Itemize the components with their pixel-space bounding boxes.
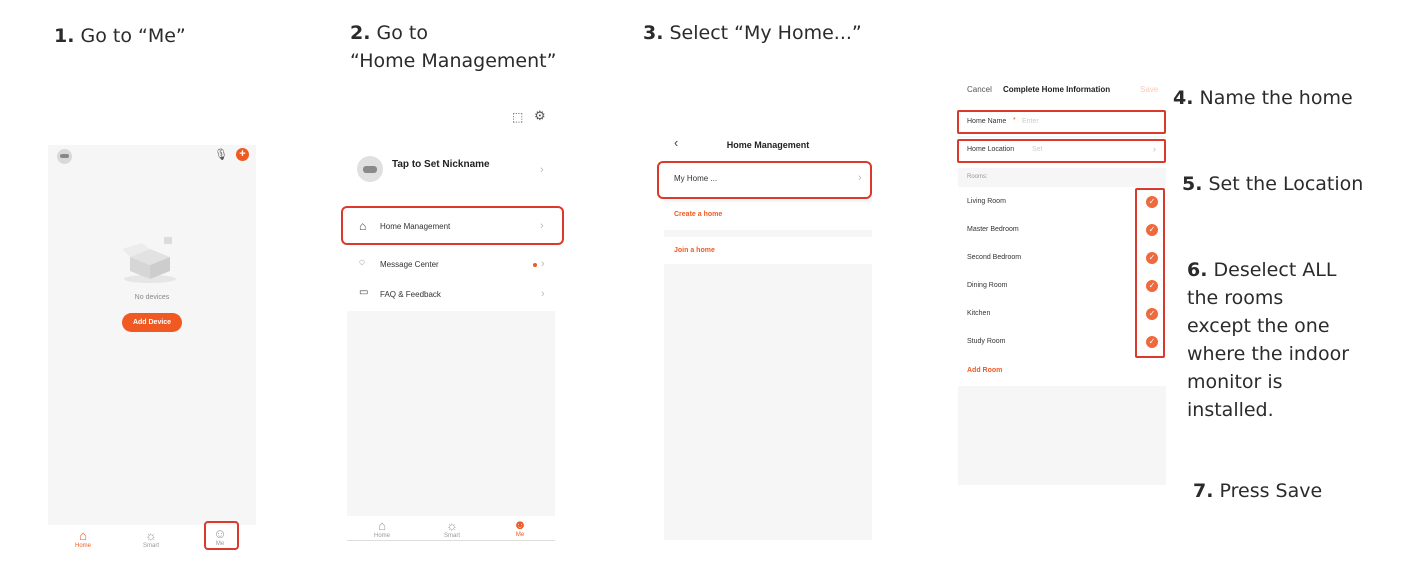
chevron-right-icon: › — [540, 164, 544, 176]
avatar[interactable] — [57, 149, 72, 164]
book-icon: ▭ — [359, 287, 369, 298]
no-devices-text: No devices — [134, 294, 170, 301]
menu-item-message-center[interactable]: ◌ Message Center › — [347, 255, 555, 277]
cancel-button[interactable]: Cancel — [967, 85, 992, 94]
join-home-link[interactable]: Join a home — [674, 247, 715, 254]
settings-icon[interactable]: ⚙ — [534, 108, 546, 124]
tab-smart[interactable]: ☼ Smart — [437, 518, 467, 539]
home-icon: ⌂ — [378, 518, 386, 533]
chevron-right-icon: › — [541, 258, 545, 270]
add-device-button[interactable]: Add Device — [122, 313, 182, 332]
scan-icon[interactable]: ⬚ — [512, 110, 523, 124]
empty-box-icon — [120, 235, 180, 285]
add-icon[interactable]: + — [236, 148, 249, 161]
highlight-rooms-checkboxes — [1135, 188, 1165, 358]
highlight-me-tab — [204, 521, 239, 550]
avatar[interactable] — [357, 156, 383, 182]
step-6-label: 6. Deselect ALL the rooms except the one… — [1187, 259, 1350, 421]
home-icon: ⌂ — [79, 528, 87, 543]
save-button[interactable]: Save — [1140, 85, 1158, 94]
highlight-home-location — [957, 139, 1166, 163]
step-2-label: 2. Go to “Home Management” — [350, 22, 557, 72]
unread-dot — [533, 263, 537, 267]
step-5-label: 5. Set the Location — [1182, 173, 1364, 195]
create-home-link[interactable]: Create a home — [674, 211, 722, 218]
tab-home[interactable]: ⌂ Home — [68, 528, 98, 549]
menu-item-faq[interactable]: ▭ FAQ & Feedback › — [347, 285, 555, 307]
step-1-label: 1. Go to “Me” — [54, 25, 186, 47]
sun-icon: ☼ — [446, 518, 458, 533]
screen-me-header: ⬚ ⚙ Tap to Set Nickname › — [347, 100, 555, 205]
message-icon: ◌ — [359, 257, 365, 268]
screen-home: 🎙 + No devices Add Device ⌂ Home ☼ Smart… — [48, 145, 256, 550]
tab-home[interactable]: ⌂ Home — [367, 518, 397, 539]
tab-bar: ⌂ Home ☼ Smart ☻ Me — [347, 516, 555, 541]
step-4-label: 4. Name the home — [1173, 87, 1353, 109]
nickname-text[interactable]: Tap to Set Nickname — [392, 159, 490, 170]
page-title: Home Management — [726, 140, 810, 150]
rooms-header: Rooms: — [958, 168, 1166, 187]
highlight-home-management — [341, 206, 564, 245]
sun-icon: ☼ — [145, 528, 157, 543]
add-room-link[interactable]: Add Room — [967, 367, 1002, 374]
page-title: Complete Home Information — [1003, 85, 1111, 94]
tab-me[interactable]: ☻ Me — [505, 517, 535, 538]
step-7-label: 7. Press Save — [1193, 480, 1323, 502]
chevron-right-icon: › — [541, 288, 545, 300]
highlight-home-name — [957, 110, 1166, 134]
tab-smart[interactable]: ☼ Smart — [136, 528, 166, 549]
step-3-label: 3. Select “My Home...” — [643, 22, 862, 44]
user-icon: ☻ — [513, 517, 527, 532]
screen-me-body — [347, 311, 555, 516]
highlight-my-home — [657, 161, 872, 199]
microphone-icon[interactable]: 🎙 — [214, 148, 228, 161]
